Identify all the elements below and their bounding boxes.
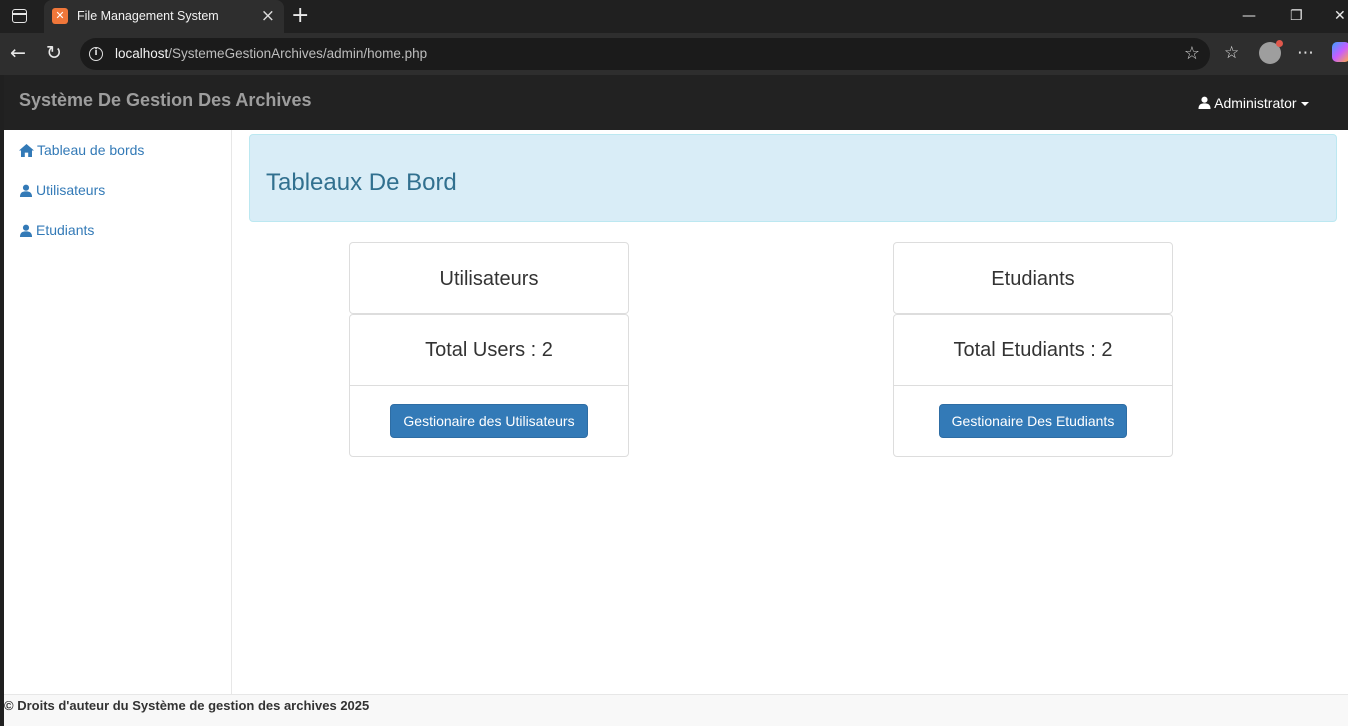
sidebar-item-users[interactable]: Utilisateurs [19,182,105,198]
browser-toolbar: ← ↻ i localhost/SystemeGestionArchives/a… [0,33,1348,75]
students-card-body: Total Etudiants : 2 Gestionaire Des Etud… [893,314,1173,457]
sidebar-item-label: Utilisateurs [36,182,106,198]
sidebar: Tableau de bords Utilisateurs Etudiants [4,130,232,694]
manage-students-button[interactable]: Gestionaire Des Etudiants [938,404,1128,438]
students-card-footer: Gestionaire Des Etudiants [894,386,1172,456]
minimize-icon[interactable]: — [1242,6,1256,26]
caret-down-icon [1300,102,1309,107]
sidebar-item-students[interactable]: Etudiants [19,222,94,238]
user-dropdown[interactable]: Administrator [1198,95,1309,111]
more-menu-icon[interactable]: ⋯ [1297,42,1314,64]
user-icon [19,224,33,237]
back-icon[interactable]: ← [10,41,26,65]
tab-title: File Management System [77,9,219,23]
user-icon [1198,96,1211,109]
page-footer: © Droits d'auteur du Système de gestion … [4,694,1348,726]
reload-icon[interactable]: ↻ [46,41,62,65]
xampp-favicon-icon: ✕ [52,8,68,24]
user-icon [19,184,33,197]
browser-tab-bar: ✕ File Management System × + — ❐ ✕ [0,0,1348,33]
close-window-icon[interactable]: ✕ [1334,6,1346,26]
copilot-icon[interactable] [1332,42,1348,62]
favorite-star-icon[interactable]: ☆ [1184,43,1200,65]
sidebar-item-label: Tableau de bords [37,142,145,158]
page-header-panel: Tableaux De Bord [249,134,1337,222]
sidebar-item-label: Etudiants [36,222,95,238]
favorites-icon[interactable]: ☆ [1224,42,1239,64]
users-total: Total Users : 2 [350,315,628,386]
students-total: Total Etudiants : 2 [894,315,1172,386]
browser-tab[interactable]: ✕ File Management System × [44,0,284,33]
page-title: Tableaux De Bord [266,169,457,196]
address-bar[interactable]: i localhost/SystemeGestionArchives/admin… [80,38,1210,70]
user-name: Administrator [1214,95,1297,111]
site-info-icon[interactable]: i [89,47,103,61]
top-navbar: Système De Gestion Des Archives Administ… [4,75,1348,130]
home-icon [19,144,34,157]
users-card-header: Utilisateurs [349,242,629,314]
tab-close-icon[interactable]: × [261,6,275,26]
url-path: /SystemeGestionArchives/admin/home.php [168,46,428,61]
web-page: Système De Gestion Des Archives Administ… [4,75,1348,726]
new-tab-icon[interactable]: + [291,3,309,29]
profile-avatar-icon[interactable] [1259,40,1283,64]
users-card-footer: Gestionaire des Utilisateurs [350,386,628,456]
url-host: localhost [115,46,169,61]
students-card-header: Etudiants [893,242,1173,314]
users-card-title: Utilisateurs [439,267,539,290]
restore-icon[interactable]: ❐ [1290,6,1303,26]
copyright-text: © Droits d'auteur du Système de gestion … [4,698,370,713]
url-text[interactable]: localhost/SystemeGestionArchives/admin/h… [115,46,427,61]
manage-users-button[interactable]: Gestionaire des Utilisateurs [390,404,588,438]
students-card-title: Etudiants [991,267,1075,290]
users-card-body: Total Users : 2 Gestionaire des Utilisat… [349,314,629,457]
navbar-brand[interactable]: Système De Gestion Des Archives [19,90,311,111]
sidebar-toggle-icon[interactable] [12,9,27,23]
sidebar-item-dashboard[interactable]: Tableau de bords [19,142,144,158]
